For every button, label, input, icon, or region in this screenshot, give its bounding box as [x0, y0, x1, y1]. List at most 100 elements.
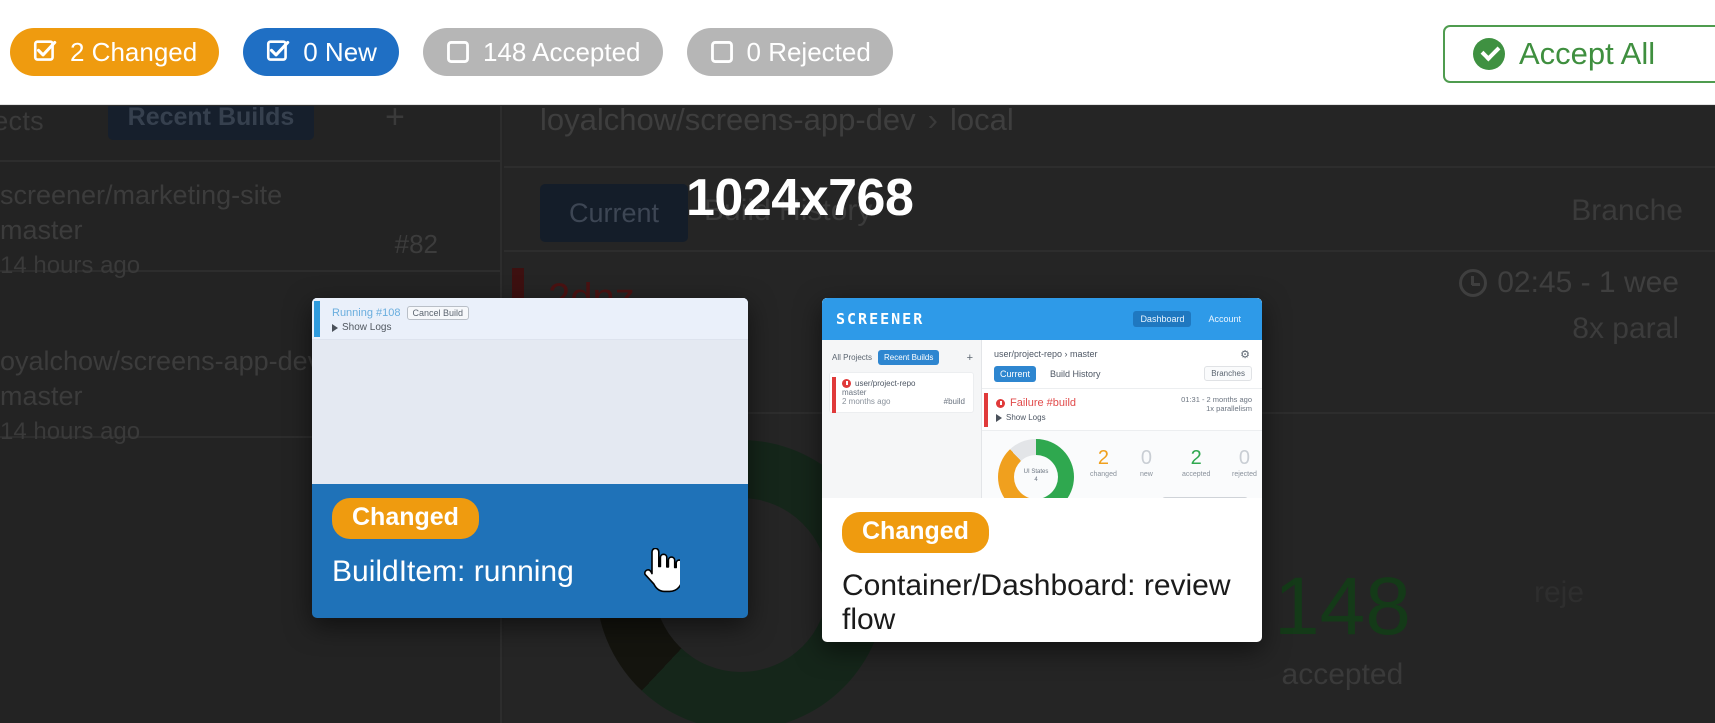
mini-failure-parallelism: 1x parallelism: [1206, 404, 1252, 413]
mini-add-icon[interactable]: +: [967, 352, 973, 364]
mini-build-status: Running #108: [332, 307, 401, 319]
mini-logo: SCREENER: [836, 310, 925, 328]
mini-build-repo-row: user/project-repo: [842, 379, 965, 388]
mini-build-list-item[interactable]: user/project-repo master 2 months ago #b…: [830, 373, 973, 413]
background-stat-accepted-value: 148: [1274, 561, 1411, 652]
status-badge: Changed: [842, 512, 989, 553]
background-build-parallelism: 8x paral: [1572, 312, 1679, 345]
mini-tab-build-history[interactable]: Build History: [1044, 366, 1107, 382]
status-badge: Changed: [332, 498, 479, 539]
mini-tab-current[interactable]: Current: [994, 366, 1037, 382]
snapshot-thumbnail[interactable]: SCREENER Dashboard Account All Projects …: [822, 298, 1262, 498]
mini-stat-accepted-label: accepted: [1182, 471, 1211, 478]
mini-failure-title: Failure #build: [1010, 397, 1077, 409]
background-build-time-text: 02:45 - 1 wee: [1497, 266, 1679, 299]
check-circle-icon: [1473, 38, 1505, 70]
mini-branches-button[interactable]: Branches: [1204, 366, 1252, 381]
mini-build-number: #build: [943, 397, 965, 406]
square-icon: [710, 41, 733, 63]
filter-pill-new[interactable]: 0 New: [243, 28, 399, 76]
mini-stat-rejected-value: 0: [1238, 447, 1251, 469]
mini-stat-new-value: 0: [1140, 447, 1152, 469]
snapshot-card[interactable]: SCREENER Dashboard Account All Projects …: [822, 298, 1262, 642]
snapshot-thumbnail[interactable]: Running #108 Cancel Build Show Logs: [312, 298, 748, 484]
mini-running-build-screenshot: Running #108 Cancel Build Show Logs: [312, 298, 748, 484]
snapshot-card-body: Changed BuildItem: running: [312, 484, 748, 609]
snapshot-card[interactable]: Running #108 Cancel Build Show Logs Chan…: [312, 298, 748, 618]
mini-stats-row: UI States 4 2 changed 0 new 2 accepted 0…: [982, 430, 1262, 498]
snapshot-card-title: Container/Dashboard: review flow: [842, 569, 1231, 636]
mini-build-repo: user/project-repo: [855, 379, 916, 388]
mini-failure-meta: 01:31 - 2 months ago 1x parallelism: [1181, 395, 1252, 413]
background-stat-rejected: reje: [1534, 566, 1584, 610]
background-stat-rejected-label: reje: [1534, 576, 1585, 609]
mini-stat-new-label: new: [1140, 471, 1153, 478]
clock-icon: [1459, 269, 1488, 297]
accept-all-label: Accept All: [1519, 36, 1656, 71]
mini-show-logs-row[interactable]: Show Logs: [996, 413, 1262, 422]
screenshot-root: Projects Recent Builds + screener/market…: [0, 0, 1715, 723]
filter-pill-new-label: 0 New: [303, 36, 377, 67]
review-toolbar: 2 Changed 0 New 148 Accepted 0 Rejected …: [0, 0, 1715, 104]
mini-nav-recent-builds[interactable]: Recent Builds: [878, 350, 940, 365]
filter-pill-accepted[interactable]: 148 Accepted: [422, 28, 663, 76]
mini-status-bar: [314, 301, 320, 337]
mini-stat-new: 0 new: [1140, 447, 1153, 478]
filter-pill-rejected-label: 0 Rejected: [746, 36, 871, 67]
background-top-divider: [0, 104, 1715, 106]
background-build-number: #82: [394, 229, 438, 259]
mini-sidebar: All Projects Recent Builds + user/projec…: [822, 340, 982, 498]
snapshot-card-body: Changed Container/Dashboard: review flow: [822, 498, 1262, 642]
caret-right-icon: [332, 323, 338, 332]
mini-stat-rejected-label: rejected: [1232, 471, 1257, 478]
mini-nav-all-projects[interactable]: All Projects: [832, 353, 872, 362]
mini-stat-changed: 2 changed: [1090, 447, 1117, 478]
check-square-icon: [267, 40, 290, 61]
background-breadcrumb-separator: ›: [927, 102, 938, 137]
mini-stat-accepted-value: 2: [1190, 447, 1202, 469]
mini-stat-changed-label: changed: [1090, 471, 1117, 478]
mini-cancel-build-button[interactable]: Cancel Build: [406, 306, 470, 320]
mini-main: user/project-repo › master ⚙ Current Bui…: [982, 340, 1262, 498]
background-breadcrumb-repo: loyalchow/screens-app-dev: [540, 102, 916, 137]
background-branches-button[interactable]: Branche: [1571, 194, 1683, 228]
background-build-time-meta: 02:45 - 1 wee: [1459, 266, 1679, 300]
review-filter-pills: 2 Changed 0 New 148 Accepted 0 Rejected: [0, 28, 893, 76]
mini-donut-center: UI States 4: [998, 469, 1074, 485]
mini-show-logs-label: Show Logs: [1006, 413, 1046, 422]
mouse-cursor-pointer-icon: [644, 548, 680, 593]
background-tab-current[interactable]: Current: [540, 184, 688, 242]
mini-failure-time: 01:31 - 2 months ago: [1181, 395, 1252, 404]
mini-review-changed-button[interactable]: Review 2 Changed: [1162, 497, 1248, 498]
error-icon: [996, 398, 1005, 408]
mini-status-bar: [832, 377, 836, 413]
mini-status-bar: [984, 393, 988, 427]
square-icon: [446, 41, 469, 63]
gear-icon[interactable]: ⚙: [1240, 348, 1250, 361]
mini-topnav-dashboard[interactable]: Dashboard: [1133, 311, 1192, 327]
check-square-icon: [33, 40, 57, 61]
mini-stat-rejected: 0 rejected: [1232, 447, 1257, 478]
mini-build-branch: master: [842, 388, 867, 397]
mini-donut-label: UI States: [1023, 469, 1049, 475]
mini-show-logs-label: Show Logs: [342, 322, 392, 333]
background-build-repo: screener/marketing-site: [0, 180, 283, 210]
background-build-row[interactable]: screener/marketing-site master 14 hours …: [0, 162, 500, 279]
mini-topnav-account[interactable]: Account: [1201, 311, 1248, 327]
mini-build-header: Running #108 Cancel Build Show Logs: [312, 298, 748, 340]
mini-stat-changed-value: 2: [1097, 447, 1109, 469]
filter-pill-rejected[interactable]: 0 Rejected: [686, 28, 893, 76]
mini-dashboard-screenshot: SCREENER Dashboard Account All Projects …: [822, 298, 1262, 498]
caret-right-icon: [996, 413, 1002, 422]
mini-stat-accepted: 2 accepted: [1182, 447, 1210, 478]
filter-pill-changed[interactable]: 2 Changed: [10, 28, 220, 76]
background-breadcrumb-branch: local: [949, 102, 1014, 137]
accept-all-button[interactable]: Accept All: [1443, 25, 1715, 83]
mini-build-status-row: Running #108 Cancel Build: [332, 306, 470, 320]
mini-show-logs-row[interactable]: Show Logs: [332, 322, 391, 333]
viewport-size-label: 1024x768: [686, 169, 914, 227]
background-all-projects-tab[interactable]: Projects: [0, 106, 44, 137]
background-stat-accepted: 148 accepted: [1274, 566, 1411, 692]
background-breadcrumb: loyalchow/screens-app-dev › local: [540, 102, 1014, 138]
mini-breadcrumb: user/project-repo › master: [994, 349, 1098, 359]
